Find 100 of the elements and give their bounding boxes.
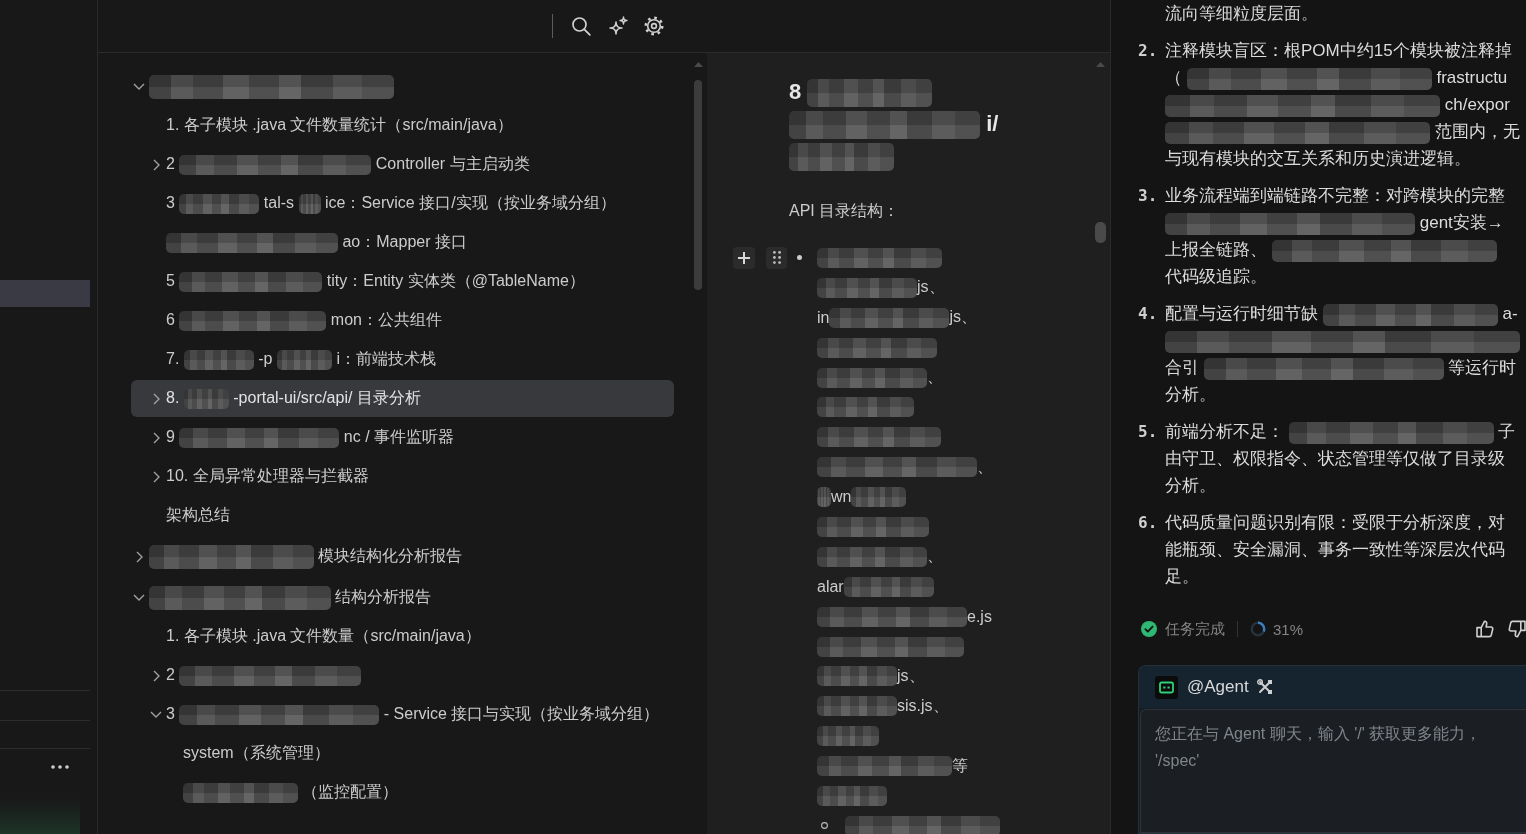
scrollbar-thumb[interactable] xyxy=(1094,222,1106,243)
tree-item[interactable]: 5 tity：Entity 实体类（@TableName） xyxy=(131,263,674,300)
answer-text: 子 xyxy=(1498,422,1516,441)
answer-text: 前端分析不足： xyxy=(1165,422,1284,441)
list-item-text: alar xyxy=(817,577,844,596)
chevron-right-icon[interactable] xyxy=(152,431,160,444)
list-item-text: e.js xyxy=(967,607,992,626)
redacted-block xyxy=(183,388,229,409)
redacted-block xyxy=(817,785,887,806)
list-number: 2. xyxy=(1138,40,1159,62)
settings-icon[interactable] xyxy=(644,16,664,36)
redacted-block xyxy=(276,349,332,370)
redacted-block xyxy=(817,726,879,747)
tree-item[interactable]: 10. 全局异常处理器与拦截器 xyxy=(131,458,674,495)
chevron-right-icon[interactable] xyxy=(152,470,160,483)
redacted-block xyxy=(851,487,907,508)
heading-text: i/ xyxy=(986,111,999,136)
tree-item[interactable]: 9 nc / 事件监听器 xyxy=(131,419,674,456)
tree-item[interactable]: 架构总结 xyxy=(131,497,674,534)
sparkle-icon[interactable] xyxy=(608,16,628,36)
tree-item[interactable]: 结构分析报告 xyxy=(131,579,674,616)
chevron-right-icon[interactable] xyxy=(135,550,143,563)
answer-text: gent安装→ xyxy=(1419,213,1504,232)
tree-item[interactable]: （监控配置） xyxy=(131,774,674,811)
list-item-text: 、 xyxy=(927,546,943,567)
answer-text: 等运行时 xyxy=(1448,358,1517,377)
list-item-text: js、 xyxy=(897,665,925,686)
tree-item[interactable]: 1. 各子模块 .java 文件数量（src/main/java） xyxy=(131,618,674,655)
ring-bullet-icon xyxy=(821,822,828,830)
chevron-down-icon[interactable] xyxy=(133,83,145,90)
answer-text: 代码级追踪。 xyxy=(1165,267,1267,286)
answer-text: 配置与运行时细节缺 xyxy=(1165,304,1318,323)
more-icon[interactable] xyxy=(51,765,69,769)
list-number: 4. xyxy=(1138,303,1159,325)
list-item-text: js、 xyxy=(949,307,977,328)
redacted-block xyxy=(817,487,831,508)
tree-item[interactable]: 2 xyxy=(131,657,674,694)
answer-text: 上报全链路、 xyxy=(1165,240,1267,259)
redacted-block xyxy=(298,193,321,214)
search-icon[interactable] xyxy=(571,16,591,36)
answer-text: ch/expor xyxy=(1444,95,1510,114)
list-item-text: 等 xyxy=(952,755,968,776)
list-number: 5. xyxy=(1138,421,1159,443)
list-number: 3. xyxy=(1138,185,1159,207)
list-item-text: 、 xyxy=(927,367,943,387)
thumbs-down-icon[interactable] xyxy=(1508,620,1526,638)
tree-item[interactable]: 2 Controller 与主启动类 xyxy=(131,146,674,183)
answer-text: 与现有模块的交互关系和历史演进逻辑。 xyxy=(1165,149,1471,168)
list-item-text: wn xyxy=(831,488,852,507)
tree-item[interactable]: 模块结构化分析报告 xyxy=(131,538,674,575)
answer-text: 代码质量问题识别有限：受限于分析深度，对 xyxy=(1165,513,1505,532)
answer-text: 范围内，无 xyxy=(1434,122,1520,141)
answer-text: 由守卫、权限指令、状态管理等仅做了目录级 xyxy=(1165,449,1505,468)
answer-text: （ xyxy=(1165,68,1182,87)
answer-text: frastructu xyxy=(1436,68,1508,87)
answer-text: 分析。 xyxy=(1165,385,1216,404)
chevron-right-icon[interactable] xyxy=(152,669,160,682)
answer-text: 足。 xyxy=(1165,567,1199,586)
scrollbar-thumb[interactable] xyxy=(694,80,702,290)
tools-icon[interactable] xyxy=(1256,679,1273,695)
list-item-text: sis.js、 xyxy=(897,695,949,716)
tree-item[interactable]: 1. 各子模块 .java 文件数量统计（src/main/java） xyxy=(131,107,674,144)
thumbs-up-icon[interactable] xyxy=(1476,620,1494,638)
grip-icon xyxy=(772,251,781,265)
chevron-down-icon[interactable] xyxy=(150,711,162,718)
answer-text: 业务流程端到端链路不完整：对跨模块的完整 xyxy=(1165,186,1505,205)
check-circle-icon xyxy=(1141,621,1157,637)
chevron-right-icon[interactable] xyxy=(152,158,160,171)
list-number: 6. xyxy=(1138,512,1159,534)
bullet-icon xyxy=(797,255,802,261)
answer-text: 合引 xyxy=(1165,358,1199,377)
tree-item[interactable]: 8. -portal-ui/src/api/ 目录分析 xyxy=(131,380,674,417)
redacted-block xyxy=(183,349,254,370)
tree-item[interactable]: system（系统管理） xyxy=(131,735,674,772)
chevron-right-icon[interactable] xyxy=(152,392,160,405)
answer-text: 能瓶颈、安全漏洞、事务一致性等深层次代码 xyxy=(1165,540,1505,559)
heading-text: 8 xyxy=(789,79,802,104)
tree-item[interactable]: ao：Mapper 接口 xyxy=(131,224,674,261)
tree-item[interactable]: 6 mon：公共组件 xyxy=(131,302,674,339)
paragraph-text: API 目录结构： xyxy=(789,201,900,221)
robot-icon xyxy=(1155,675,1178,699)
tree-item[interactable]: 3 tal-s ice：Service 接口/实现（按业务域分组） xyxy=(131,185,674,222)
status-label: 任务完成 xyxy=(1165,619,1225,639)
progress-reading: 31% xyxy=(1273,620,1304,638)
answer-text: 注释模块盲区：根POM中约15个模块被注释掉 xyxy=(1165,41,1512,60)
drag-handle-button[interactable] xyxy=(766,246,787,269)
answer-text: a- xyxy=(1502,304,1518,323)
progress-ring-icon xyxy=(1250,621,1266,637)
tree-item[interactable]: 3 - Service 接口与实现（按业务域分组） xyxy=(131,696,674,733)
list-item-text: js、 xyxy=(917,277,945,298)
list-item-text: in xyxy=(817,308,830,327)
answer-text: 分析。 xyxy=(1165,476,1216,495)
tree-item[interactable]: 7. -p i：前端技术栈 xyxy=(131,341,674,378)
plus-icon xyxy=(738,251,750,264)
add-block-button[interactable] xyxy=(733,246,755,269)
chat-input[interactable]: 您正在与 Agent 聊天，输入 '/' 获取更多能力， '/spec' xyxy=(1140,709,1526,833)
chevron-down-icon[interactable] xyxy=(133,594,145,601)
list-item-text: 、 xyxy=(977,456,993,477)
agent-mention[interactable]: @Agent xyxy=(1187,677,1249,697)
answer-text: 流向等细粒度层面。 xyxy=(1165,4,1318,23)
